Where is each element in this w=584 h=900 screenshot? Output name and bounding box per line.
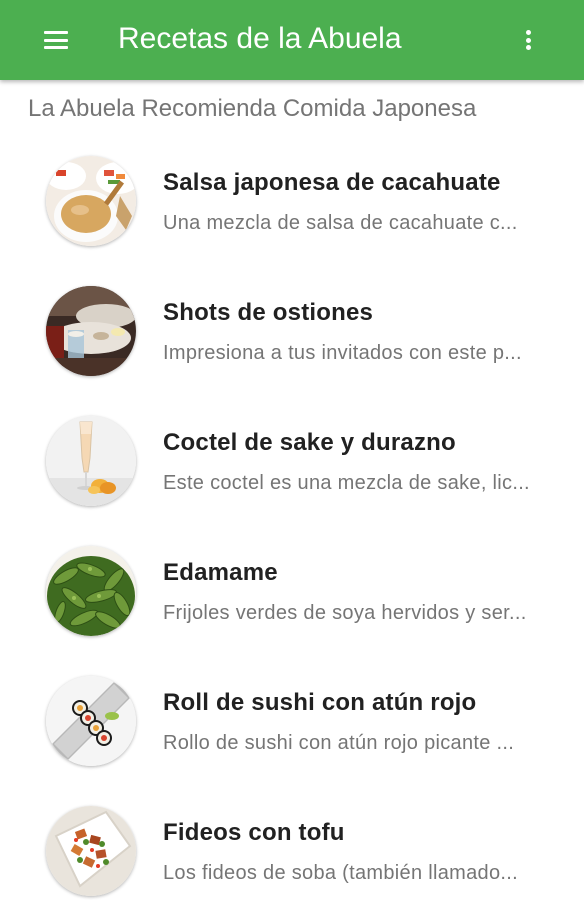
recipe-title: Shots de ostiones (163, 299, 374, 326)
recipe-title: Edamame (163, 559, 278, 586)
recipe-item[interactable]: Coctel de sake y durazno Este coctel es … (0, 400, 584, 530)
app-bar: Recetas de la Abuela (0, 0, 584, 80)
recipe-item[interactable]: Fideos con tofu Los fideos de soba (tamb… (0, 790, 584, 900)
recipe-item[interactable]: Shots de ostiones Impresiona a tus invit… (0, 270, 584, 400)
recipe-item[interactable]: Edamame Frijoles verdes de soya hervidos… (0, 530, 584, 660)
section-header: La Abuela Recomienda Comida Japonesa (28, 95, 477, 122)
recipe-description: Este coctel es una mezcla de sake, lic..… (163, 472, 530, 494)
oyster-shots-thumbnail (46, 286, 136, 376)
recipe-title: Salsa japonesa de cacahuate (163, 169, 501, 196)
more-vert-icon (525, 30, 531, 50)
tuna-sushi-roll-thumbnail (46, 676, 136, 766)
recipe-item[interactable]: Salsa japonesa de cacahuate Una mezcla d… (0, 140, 584, 270)
recipe-description: Una mezcla de salsa de cacahuate c... (163, 212, 518, 234)
edamame-thumbnail (46, 546, 136, 636)
tofu-noodles-thumbnail (46, 806, 136, 896)
hamburger-menu-icon (44, 31, 68, 49)
overflow-menu-button[interactable] (506, 16, 550, 64)
app-title: Recetas de la Abuela (118, 22, 402, 55)
recipe-description: Frijoles verdes de soya hervidos y ser..… (163, 602, 527, 624)
recipe-item[interactable]: Roll de sushi con atún rojo Rollo de sus… (0, 660, 584, 790)
recipe-description: Impresiona a tus invitados con este p... (163, 342, 522, 364)
menu-button[interactable] (30, 16, 82, 64)
sake-peach-cocktail-thumbnail (46, 416, 136, 506)
recipe-description: Rollo de sushi con atún rojo picante ... (163, 732, 515, 754)
recipe-title: Coctel de sake y durazno (163, 429, 456, 456)
recipe-title: Roll de sushi con atún rojo (163, 689, 477, 716)
recipe-title: Fideos con tofu (163, 819, 345, 846)
recipe-description: Los fideos de soba (también llamado... (163, 862, 518, 884)
app-screen: Recetas de la Abuela La Abuela Recomiend… (0, 0, 584, 900)
peanut-sauce-thumbnail (46, 156, 136, 246)
recipe-list: Salsa japonesa de cacahuate Una mezcla d… (0, 140, 584, 900)
